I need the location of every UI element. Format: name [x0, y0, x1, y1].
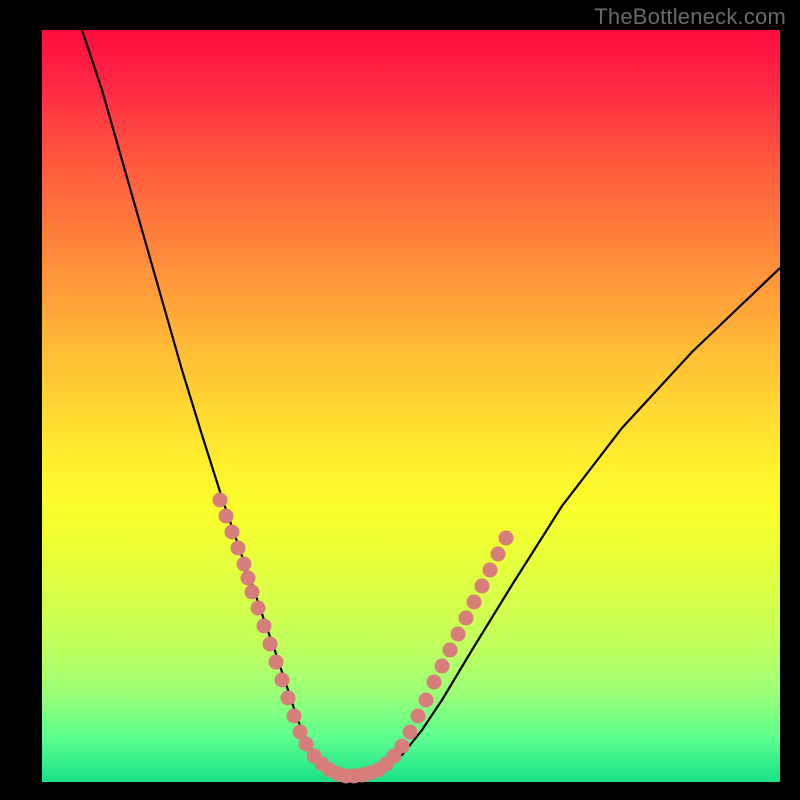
highlight-point [467, 595, 482, 610]
highlight-point [231, 541, 246, 556]
highlight-point [225, 525, 240, 540]
highlight-point [443, 643, 458, 658]
chart-frame: TheBottleneck.com [0, 0, 800, 800]
highlight-point [435, 659, 450, 674]
highlight-point [419, 693, 434, 708]
highlight-point [281, 691, 296, 706]
highlight-point [427, 675, 442, 690]
highlight-point [275, 673, 290, 688]
plot-area [42, 30, 780, 782]
highlight-point [483, 563, 498, 578]
highlight-point [499, 531, 514, 546]
highlight-point [213, 493, 228, 508]
highlight-point [245, 585, 260, 600]
highlight-point [403, 725, 418, 740]
highlight-point [269, 655, 284, 670]
curve-svg [42, 30, 780, 782]
highlight-point [451, 627, 466, 642]
highlight-point [395, 739, 410, 754]
highlight-point [257, 619, 272, 634]
highlight-point [219, 509, 234, 524]
watermark-text: TheBottleneck.com [594, 4, 786, 30]
bottleneck-curve [82, 30, 780, 776]
highlight-points [213, 493, 514, 784]
highlight-point [237, 557, 252, 572]
highlight-point [459, 611, 474, 626]
highlight-point [475, 579, 490, 594]
highlight-point [411, 709, 426, 724]
highlight-point [251, 601, 266, 616]
highlight-point [263, 637, 278, 652]
highlight-point [491, 547, 506, 562]
highlight-point [241, 571, 256, 586]
highlight-point [287, 709, 302, 724]
